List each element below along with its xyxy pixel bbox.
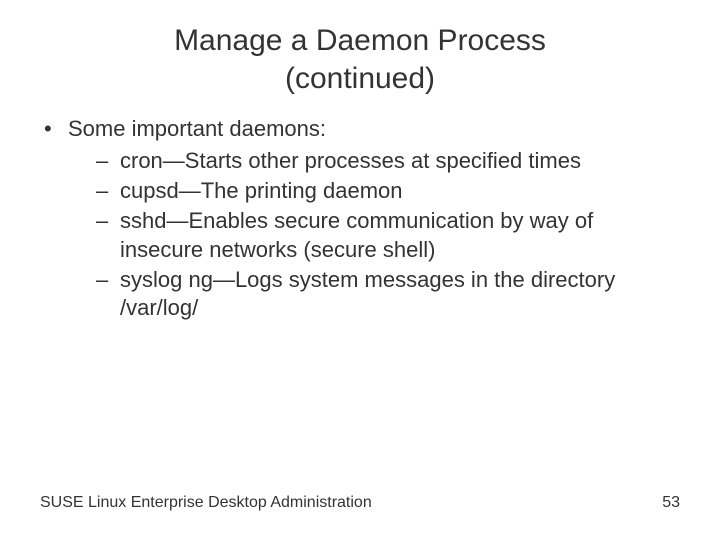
- list-item-text: cron—Starts other processes at specified…: [120, 148, 581, 173]
- bullet-intro-text: Some important daemons:: [68, 116, 326, 141]
- bullet-intro-item: Some important daemons: cron—Starts othe…: [40, 115, 680, 322]
- list-item-text: cupsd—The printing daemon: [120, 178, 403, 203]
- list-item: cron—Starts other processes at specified…: [96, 147, 680, 175]
- slide-footer: SUSE Linux Enterprise Desktop Administra…: [40, 494, 680, 512]
- slide-title: Manage a Daemon Process (continued): [0, 0, 720, 97]
- bullet-list-level1: Some important daemons: cron—Starts othe…: [40, 115, 680, 322]
- list-item: sshd—Enables secure communication by way…: [96, 207, 680, 263]
- list-item: syslog ng—Logs system messages in the di…: [96, 266, 680, 322]
- page-number: 53: [662, 494, 680, 512]
- title-line-1: Manage a Daemon Process: [174, 24, 546, 57]
- slide: Manage a Daemon Process (continued) Some…: [0, 0, 720, 540]
- list-item-text: syslog ng—Logs system messages in the di…: [120, 267, 615, 320]
- footer-text: SUSE Linux Enterprise Desktop Administra…: [40, 494, 372, 511]
- bullet-list-level2: cron—Starts other processes at specified…: [68, 147, 680, 322]
- title-line-2: (continued): [285, 62, 435, 95]
- list-item-text: sshd—Enables secure communication by way…: [120, 208, 593, 261]
- slide-body: Some important daemons: cron—Starts othe…: [0, 97, 720, 322]
- list-item: cupsd—The printing daemon: [96, 177, 680, 205]
